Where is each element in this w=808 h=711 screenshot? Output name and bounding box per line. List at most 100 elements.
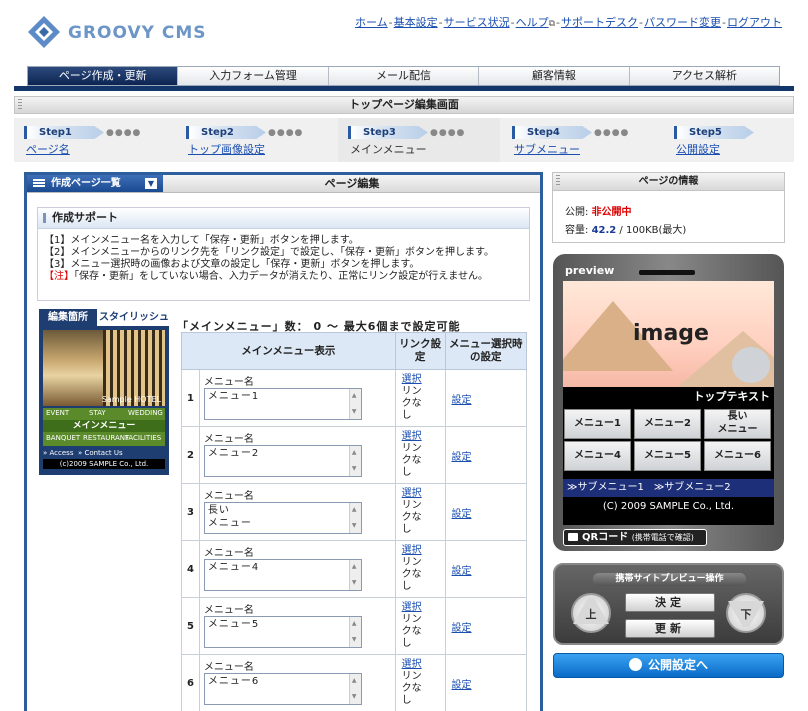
link-help[interactable]: ヘルプ	[516, 16, 549, 29]
link-select[interactable]: 選択	[402, 374, 422, 385]
publish-settings-button[interactable]: 公開設定へ	[553, 653, 784, 678]
preview-menu-button[interactable]: メニュー4	[564, 441, 631, 471]
link-select[interactable]: 選択	[402, 545, 422, 556]
decide-button[interactable]: 決定	[625, 593, 715, 612]
menu-name-label: メニュー名	[203, 661, 254, 673]
step-1-link[interactable]: ページ名	[26, 141, 70, 157]
up-button[interactable]: 上	[571, 593, 611, 633]
scrollbar[interactable]	[348, 673, 361, 704]
table-row: 3メニュー名長い メニュー 選択リンクなし 設定	[181, 483, 527, 541]
qr-code-button[interactable]: QRコード (携帯電話で確認)	[563, 529, 707, 546]
row-number: 4	[181, 540, 200, 598]
page-info-title: ページの情報	[553, 173, 784, 191]
menu-name-input[interactable]: メニュー5	[203, 615, 362, 648]
controls-title: 携帯サイトプレビュー操作	[593, 573, 746, 586]
thumb-main-menu: メインメニュー	[43, 420, 165, 432]
link-support-desk[interactable]: サポートデスク	[561, 16, 638, 29]
update-button[interactable]: 更新	[625, 619, 715, 638]
hotel-image: Sample HOTEL	[43, 330, 165, 406]
dots-icon: ●●●●	[594, 128, 630, 138]
link-select[interactable]: 選択	[402, 659, 422, 670]
tab-form-management[interactable]: 入力フォーム管理	[177, 67, 328, 85]
cms-window: GROOVY CMS ホーム-基本設定-サービス状況-ヘルプ⧉-サポートデスク-…	[0, 0, 808, 711]
menu-name-input[interactable]: メニュー2	[203, 444, 362, 477]
row-number: 6	[181, 654, 200, 711]
dots-icon: ●●●●	[268, 128, 304, 138]
step-2-number: Step2	[201, 127, 234, 138]
table-row: 1メニュー名メニュー1 選択リンクなし 設定	[181, 369, 527, 427]
preview-menu-button[interactable]: メニュー6	[704, 441, 771, 471]
menu-name-label: メニュー名	[203, 604, 254, 616]
home-icon	[732, 347, 770, 383]
tab-stylish[interactable]: スタイリッシュ	[99, 309, 169, 326]
menu-name-input[interactable]: メニュー4	[203, 558, 362, 591]
table-row: 4メニュー名メニュー4 選択リンクなし 設定	[181, 540, 527, 598]
menu-name-label: メニュー名	[203, 376, 254, 388]
selection-setting-link[interactable]: 設定	[452, 566, 472, 577]
step-2-link[interactable]: トップ画像設定	[188, 141, 265, 157]
menu-name-input[interactable]: 長い メニュー	[203, 501, 362, 534]
preview-menu-button[interactable]: メニュー1	[564, 409, 631, 439]
selection-setting-link[interactable]: 設定	[452, 452, 472, 463]
preview-menu-button[interactable]: 長い メニュー	[704, 409, 771, 439]
selection-setting-link[interactable]: 設定	[452, 623, 472, 634]
step-5-link[interactable]: 公開設定	[676, 141, 720, 157]
link-change-password[interactable]: パスワード変更	[644, 16, 721, 29]
step-2: Step2 ●●●● トップ画像設定	[176, 118, 336, 162]
step-4-link[interactable]: サブメニュー	[514, 141, 580, 157]
page-edit-panel: 作成ページ一覧 ▼ ページ編集 作成サポート 【1】メインメニュー名を入力して「…	[24, 172, 543, 711]
template-thumbnail[interactable]: Sample HOTEL EVENT STAY WEDDING メインメニュー …	[39, 326, 169, 475]
link-basic-settings[interactable]: 基本設定	[394, 16, 438, 29]
panel-title: ページ編集	[324, 177, 380, 190]
scrollbar[interactable]	[348, 445, 361, 476]
hotel-name: Sample HOTEL	[101, 395, 161, 404]
step-3-label: メインメニュー	[350, 143, 427, 156]
tab-page-edit[interactable]: ページ作成・更新	[28, 67, 178, 85]
selection-setting-link[interactable]: 設定	[452, 509, 472, 520]
link-status: リンクなし	[401, 671, 422, 706]
scrollbar[interactable]	[348, 388, 361, 419]
preview-brand: preview	[565, 264, 615, 277]
support-body: 【1】メインメニュー名を入力して「保存・更新」ボタンを押します。 【2】メインメ…	[38, 229, 529, 283]
link-service-status[interactable]: サービス状況	[444, 16, 510, 29]
down-button[interactable]: 下	[726, 593, 766, 633]
external-window-icon: ⧉	[548, 19, 556, 29]
logo[interactable]: GROOVY CMS	[26, 14, 226, 54]
tab-customers[interactable]: 顧客情報	[478, 67, 629, 85]
scrollbar[interactable]	[348, 559, 361, 590]
tab-edit-area[interactable]: 編集箇所	[39, 309, 97, 326]
table-row: 6メニュー名メニュー6 選択リンクなし 設定	[181, 654, 527, 711]
page-list-dropdown[interactable]: 作成ページ一覧 ▼	[27, 175, 163, 192]
menu-name-input[interactable]: メニュー1	[203, 387, 362, 420]
phone-speaker	[639, 270, 695, 275]
menu-name-label: メニュー名	[203, 490, 254, 502]
support-line-2: 【2】メインメニューからのリンク先を「リンク設定」で設定し、「保存・更新」ボタン…	[44, 247, 495, 258]
scrollbar[interactable]	[348, 502, 361, 533]
preview-menu-button[interactable]: メニュー5	[634, 441, 701, 471]
link-home[interactable]: ホーム	[355, 16, 388, 29]
link-select[interactable]: 選択	[402, 488, 422, 499]
tab-mail[interactable]: メール配信	[327, 67, 479, 85]
link-select[interactable]: 選択	[402, 602, 422, 613]
brand-name: GROOVY CMS	[68, 23, 207, 43]
tab-analytics[interactable]: アクセス解析	[628, 67, 780, 85]
link-logout[interactable]: ログアウト	[727, 16, 782, 29]
page-list-label: 作成ページ一覧	[51, 178, 121, 189]
step-4-number: Step4	[527, 127, 560, 138]
capacity: 容量: 42.2 / 100KB(最大)	[565, 225, 687, 236]
selection-setting-link[interactable]: 設定	[452, 395, 472, 406]
link-select[interactable]: 選択	[402, 431, 422, 442]
menu-name-label: メニュー名	[203, 433, 254, 445]
link-status: リンクなし	[401, 614, 422, 649]
preview-copyright: (C) 2009 SAMPLE Co., Ltd.	[602, 501, 735, 512]
menu-name-input[interactable]: メニュー6	[203, 672, 362, 705]
scrollbar[interactable]	[348, 616, 361, 647]
page-info-panel: ページの情報 公開: 非公開中 容量: 42.2 / 100KB(最大)	[552, 172, 785, 243]
preview-menu-button[interactable]: メニュー2	[634, 409, 701, 439]
top-links: ホーム-基本設定-サービス状況-ヘルプ⧉-サポートデスク-パスワード変更-ログア…	[354, 16, 782, 29]
nav-underline	[14, 86, 794, 91]
capacity-max: / 100KB(最大)	[616, 225, 687, 236]
preview-submenus: ≫サブメニュー1 ≫サブメニュー2	[563, 479, 774, 497]
capacity-used: 42.2	[591, 225, 617, 236]
selection-setting-link[interactable]: 設定	[452, 680, 472, 691]
